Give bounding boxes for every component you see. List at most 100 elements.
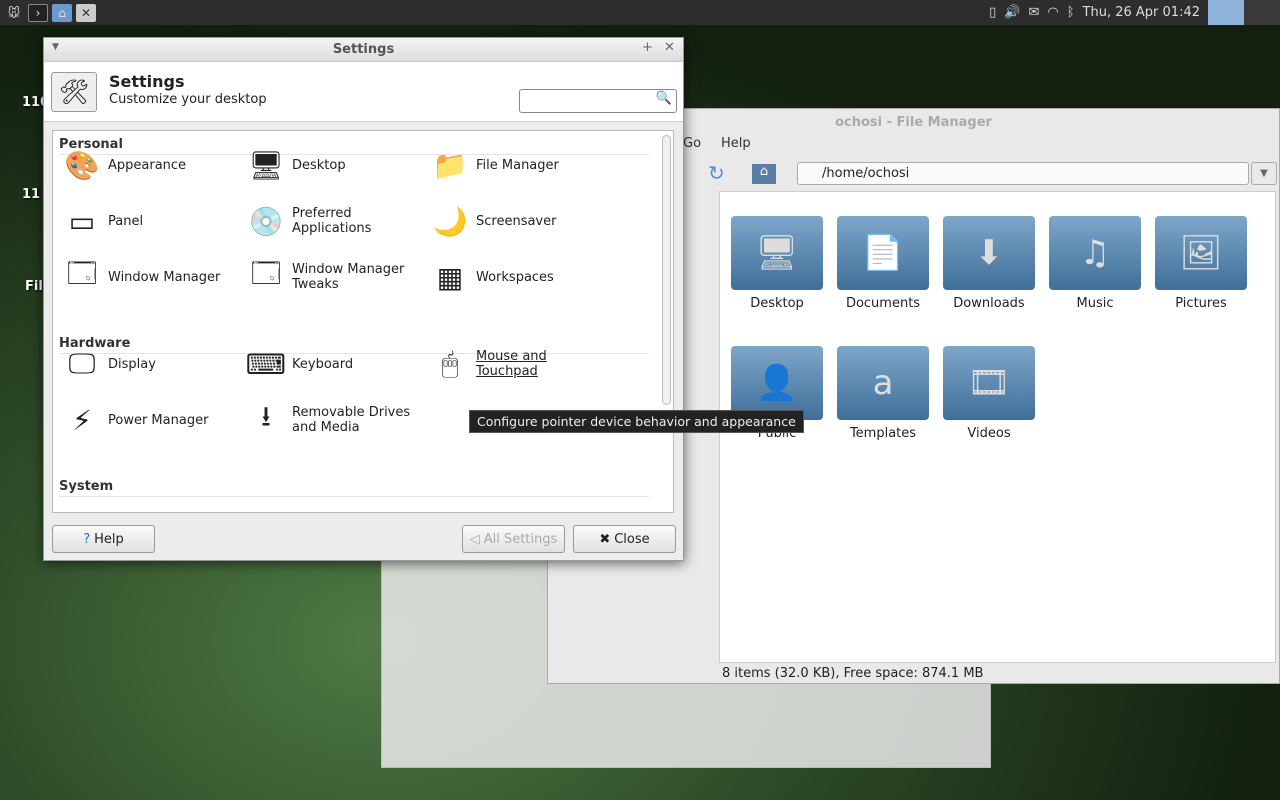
- settings-icon[interactable]: ✕: [76, 3, 96, 22]
- settings-item-label: Desktop: [292, 157, 346, 173]
- settings-item-label: Workspaces: [476, 269, 554, 285]
- home-icon[interactable]: ⌂: [752, 164, 776, 184]
- menu-go[interactable]: Go: [683, 136, 701, 156]
- settings-item-label: Power Manager: [108, 412, 209, 428]
- window-title: Settings: [44, 38, 683, 62]
- settings-item[interactable]: 🎨 Appearance: [58, 143, 238, 187]
- reload-icon[interactable]: ↻: [708, 161, 725, 185]
- settings-item[interactable]: ▦ Workspaces: [426, 255, 606, 299]
- close-button[interactable]: ✖ Close: [573, 525, 676, 553]
- settings-tools-icon: 🛠: [51, 72, 97, 112]
- settings-item[interactable]: ⌨ Keyboard: [242, 342, 422, 386]
- settings-item[interactable]: 🖥 Desktop: [242, 143, 422, 187]
- folder-label: Templates: [849, 426, 917, 441]
- settings-item-icon: ▭: [68, 204, 96, 238]
- settings-item-icon: 📁: [432, 148, 468, 182]
- search-icon[interactable]: 🔍: [656, 91, 672, 106]
- folder-icon: 🖼: [1155, 216, 1247, 290]
- folder-item[interactable]: 📄 Documents: [833, 216, 933, 311]
- settings-item-icon: ▦: [436, 260, 464, 294]
- folder-icon: 🖥: [731, 216, 823, 290]
- home-folder-icon[interactable]: ⌂: [52, 3, 72, 22]
- battery-icon[interactable]: ▯: [989, 5, 996, 20]
- folder-label: Documents: [845, 296, 921, 311]
- folder-label: Pictures: [1175, 296, 1227, 311]
- all-settings-label: All Settings: [483, 531, 558, 547]
- app-menu-icon[interactable]: 🐭: [4, 4, 24, 22]
- settings-item-label: Window Manager Tweaks: [292, 262, 405, 292]
- folder-item[interactable]: 🖼 Pictures: [1151, 216, 1251, 311]
- settings-item-label: Appearance: [108, 157, 187, 173]
- help-label: Help: [94, 531, 124, 547]
- settings-item-icon: 🖵: [68, 347, 96, 380]
- settings-item-label: File Manager: [476, 157, 559, 173]
- settings-item[interactable]: ⭳ Removable Drives and Media: [242, 398, 422, 442]
- help-button[interactable]: ? Help: [52, 525, 155, 553]
- back-arrow-icon: ◁: [469, 531, 480, 547]
- folder-label: Desktop: [750, 296, 804, 311]
- folder-icon: ♫: [1049, 216, 1141, 290]
- settings-item-label: Window Manager: [108, 269, 221, 285]
- folder-icon: 📄: [837, 216, 929, 290]
- header-subtitle: Customize your desktop: [109, 92, 267, 107]
- wifi-icon[interactable]: ◠: [1047, 5, 1058, 20]
- close-x-icon: ✖: [599, 531, 611, 547]
- settings-item-icon: 🖱: [441, 347, 459, 380]
- settings-item-label: Panel: [108, 213, 144, 229]
- location-bar[interactable]: /home/ochosi: [797, 162, 1249, 185]
- folder-item[interactable]: ♫ Music: [1045, 216, 1145, 311]
- search-input[interactable]: 🔍: [519, 89, 677, 113]
- settings-item[interactable]: ⚡ Power Manager: [58, 398, 238, 442]
- settings-item-label: Preferred Applications: [292, 206, 372, 236]
- settings-item-icon: 🗔: [66, 257, 98, 290]
- header-title: Settings: [109, 72, 185, 91]
- settings-item-icon: 🖥: [248, 148, 284, 182]
- maximize-icon[interactable]: +: [642, 40, 653, 55]
- settings-item-label: Removable Drives and Media: [292, 405, 411, 435]
- window-menu-icon[interactable]: ▼: [52, 42, 59, 52]
- settings-item-label: Display: [108, 356, 156, 372]
- settings-item[interactable]: 🖱 Mouse and Touchpad: [426, 342, 606, 386]
- settings-item[interactable]: ▭ Panel: [58, 199, 238, 243]
- close-label: Close: [614, 531, 650, 547]
- workspace-switcher[interactable]: [1208, 0, 1280, 25]
- location-dropdown-button[interactable]: ▼: [1251, 162, 1277, 185]
- settings-window[interactable]: Settings ▼ + ✕ 🛠 Settings Customize your…: [43, 37, 684, 561]
- settings-item-label: Keyboard: [292, 356, 354, 372]
- settings-item-icon: 🌙: [432, 204, 468, 238]
- settings-item[interactable]: 🌙 Screensaver: [426, 199, 606, 243]
- settings-item-icon: ⌨: [245, 347, 287, 381]
- settings-item[interactable]: 🗔 Window Manager Tweaks: [242, 255, 422, 299]
- bluetooth-icon[interactable]: ᛒ: [1067, 5, 1075, 20]
- settings-item-label: Screensaver: [476, 213, 557, 229]
- volume-icon[interactable]: 🔊: [1004, 5, 1020, 20]
- settings-item-icon: ⭳: [261, 400, 271, 433]
- settings-item[interactable]: 💿 Preferred Applications: [242, 199, 422, 243]
- clock[interactable]: Thu, 26 Apr 01:42: [1083, 5, 1200, 20]
- settings-item[interactable]: 🗔 Window Manager: [58, 255, 238, 299]
- folder-label: Music: [1076, 296, 1114, 311]
- section-heading: System: [59, 479, 649, 497]
- settings-item-icon: ⚡: [72, 403, 92, 437]
- settings-item[interactable]: 📁 File Manager: [426, 143, 606, 187]
- folder-icon: 🎞: [943, 346, 1035, 420]
- help-icon: ?: [83, 531, 91, 547]
- mail-icon[interactable]: ✉: [1028, 5, 1039, 20]
- folder-item[interactable]: ⬇ Downloads: [939, 216, 1039, 311]
- scrollbar[interactable]: [662, 135, 671, 405]
- all-settings-button[interactable]: ◁ All Settings: [462, 525, 565, 553]
- settings-item[interactable]: 🖵 Display: [58, 342, 238, 386]
- folder-item[interactable]: a Templates: [833, 346, 933, 441]
- folder-item[interactable]: 🎞 Videos: [939, 346, 1039, 441]
- close-icon[interactable]: ✕: [664, 40, 675, 55]
- folder-item[interactable]: 🖥 Desktop: [727, 216, 827, 311]
- terminal-icon[interactable]: ›: [28, 3, 48, 22]
- status-bar: 8 items (32.0 KB), Free space: 874.1 MB: [722, 666, 984, 681]
- folder-label: Downloads: [953, 296, 1025, 311]
- settings-item-icon: 🎨: [64, 148, 100, 182]
- menu-help[interactable]: Help: [721, 136, 751, 156]
- tooltip: Configure pointer device behavior and ap…: [469, 410, 804, 433]
- settings-item-label: Mouse and Touchpad: [476, 349, 547, 379]
- top-panel: 🐭 › ⌂ ✕ ▯ 🔊 ✉ ◠ ᛒ Thu, 26 Apr 01:42: [0, 0, 1280, 25]
- folder-icon: 👤: [731, 346, 823, 420]
